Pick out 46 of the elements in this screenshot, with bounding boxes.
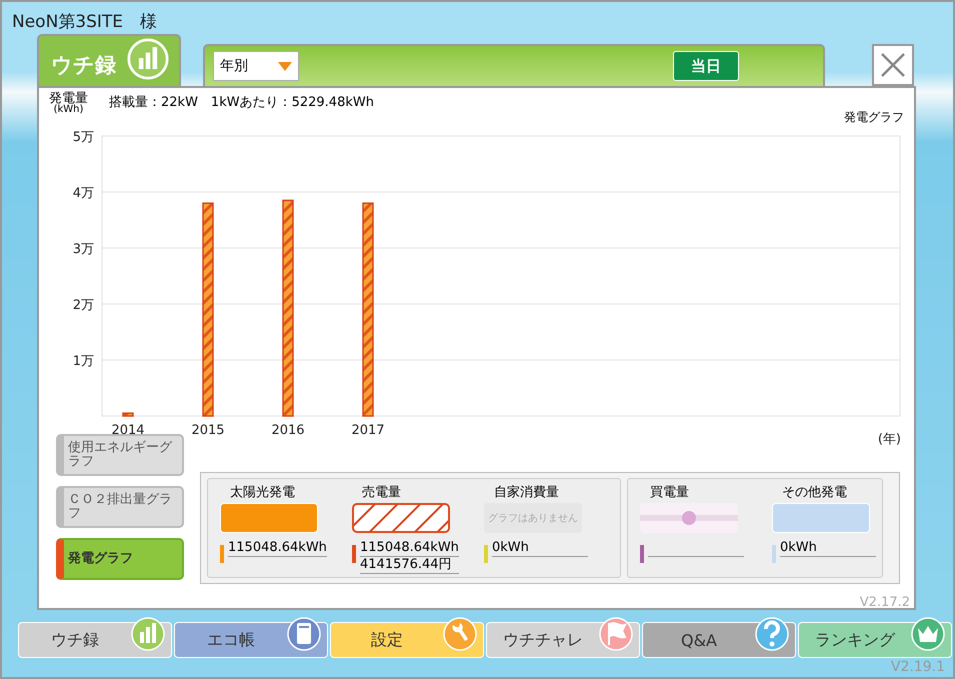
- slider-thumb[interactable]: [682, 511, 696, 525]
- slider[interactable]: [640, 503, 738, 533]
- close-icon: [881, 53, 905, 77]
- legend-value: 115048.64kWh: [228, 540, 327, 557]
- legend-title: 買電量: [650, 484, 689, 502]
- legend-title: その他発電: [782, 484, 847, 502]
- y-tick-label: 1万: [72, 354, 94, 369]
- bar-chart-icon: [131, 617, 165, 651]
- help-icon: [755, 617, 789, 651]
- crown-icon: [911, 617, 945, 651]
- y-tick-label: 2万: [72, 298, 94, 313]
- close-button[interactable]: [872, 44, 914, 86]
- no-graph-note: グラフはありません: [484, 503, 582, 533]
- legend-title: 自家消費量: [494, 484, 559, 502]
- capacity-summary: 搭載量：22kW 1kWあたり：5229.48kWh: [109, 94, 374, 111]
- version-label: V2.19.1: [890, 659, 945, 675]
- legend-value: 0kWh: [780, 540, 876, 557]
- tab-label: ウチ録: [51, 52, 116, 79]
- graph-title: 発電グラフ: [844, 109, 904, 126]
- x-axis-unit: (年): [878, 432, 901, 447]
- graph-button[interactable]: ＣＯ２排出量グラフ: [56, 486, 184, 528]
- x-tick-label: 2017: [351, 423, 385, 438]
- bar-chart-icon: [127, 38, 169, 80]
- period-dropdown[interactable]: 年別: [213, 51, 299, 81]
- x-tick-label: 2016: [271, 423, 305, 438]
- legend-value: 4141576.44円: [360, 557, 459, 574]
- y-tick-label: 3万: [72, 242, 94, 257]
- y-tick-label: 5万: [72, 130, 94, 145]
- legend-value: 115048.64kWh: [360, 540, 459, 557]
- user-name: NeoN第3SITE 様: [12, 11, 158, 33]
- legend-value: 0kWh: [492, 540, 588, 557]
- flag-icon: [599, 617, 633, 651]
- legend-title: 売電量: [362, 484, 401, 502]
- axis-unit: (kWh): [54, 105, 84, 115]
- today-button[interactable]: 当日: [673, 51, 739, 81]
- legend-title: 太陽光発電: [230, 484, 295, 502]
- notebook-icon: [287, 617, 321, 651]
- axis-title: 発電量: [49, 92, 88, 105]
- y-tick-label: 4万: [72, 186, 94, 201]
- graph-button[interactable]: 発電グラフ: [56, 538, 184, 580]
- graph-button[interactable]: 使用エネルギーグラフ: [56, 434, 184, 476]
- x-tick-label: 2015: [191, 423, 225, 438]
- caret-icon: [278, 62, 292, 70]
- version-label: V2.17.2: [860, 595, 910, 610]
- wrench-icon: [443, 617, 477, 651]
- bar: [122, 412, 134, 417]
